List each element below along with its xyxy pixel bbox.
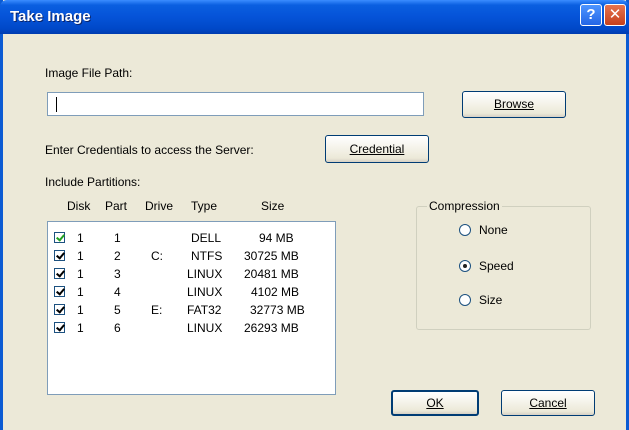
part-cell: 1 [114, 231, 121, 245]
window-title: Take Image [10, 8, 91, 25]
size-cell: 30725 MB [244, 249, 299, 263]
partition-row[interactable]: 1 2 C: NTFS 30725 MB [48, 248, 335, 266]
help-icon[interactable]: ? [580, 4, 602, 26]
compression-group-label: Compression [427, 199, 502, 213]
partition-checkbox[interactable] [54, 232, 65, 243]
type-cell: LINUX [187, 321, 223, 335]
type-cell: FAT32 [187, 303, 222, 317]
partition-checkbox[interactable] [54, 286, 65, 297]
partition-checkbox[interactable] [54, 322, 65, 333]
credentials-prompt: Enter Credentials to access the Server: [45, 143, 254, 157]
compression-option-speed[interactable]: Speed [459, 258, 559, 276]
column-header-disk: Disk [67, 199, 91, 213]
image-file-path-label: Image File Path: [45, 66, 133, 80]
disk-cell: 1 [77, 285, 84, 299]
column-header-size: Size [261, 199, 285, 213]
ok-button[interactable]: OK [391, 390, 479, 416]
radio-speed[interactable] [459, 260, 471, 272]
disk-cell: 1 [77, 231, 84, 245]
partition-checkbox[interactable] [54, 250, 65, 261]
column-header-drive: Drive [145, 199, 174, 213]
partition-row[interactable]: 1 6 LINUX 26293 MB [48, 320, 335, 338]
part-cell: 3 [114, 267, 121, 281]
type-cell: LINUX [187, 267, 223, 281]
compression-option-none[interactable]: None [459, 222, 559, 240]
credential-button[interactable]: Credential [325, 135, 429, 163]
part-cell: 2 [114, 249, 121, 263]
disk-cell: 1 [77, 249, 84, 263]
radio-none-label: None [479, 223, 508, 237]
radio-size-label: Size [479, 293, 503, 307]
radio-size[interactable] [459, 294, 471, 306]
column-header-type: Type [191, 199, 218, 213]
close-icon[interactable]: ✕ [604, 4, 626, 26]
partition-row[interactable]: 1 1 DELL 94 MB [48, 230, 335, 248]
size-cell: 32773 MB [250, 303, 305, 317]
type-cell: DELL [191, 231, 222, 245]
partition-checkbox[interactable] [54, 304, 65, 315]
type-cell: NTFS [191, 249, 223, 263]
part-cell: 5 [114, 303, 121, 317]
size-cell: 4102 MB [251, 285, 300, 299]
cancel-button[interactable]: Cancel [501, 390, 595, 416]
size-cell: 94 MB [259, 231, 294, 245]
size-cell: 20481 MB [244, 267, 299, 281]
column-header-part: Part [105, 199, 128, 213]
cancel-button-label: Cancel [529, 396, 567, 410]
browse-button[interactable]: Browse [462, 91, 566, 118]
take-image-dialog: Take Image ? ✕ Image File Path: Browse E… [0, 0, 629, 430]
disk-cell: 1 [77, 303, 84, 317]
partition-checkbox[interactable] [54, 268, 65, 279]
drive-cell: C: [151, 249, 163, 263]
disk-cell: 1 [77, 321, 84, 335]
type-cell: LINUX [187, 285, 223, 299]
drive-cell: E: [151, 303, 163, 317]
credential-button-label: Credential [349, 142, 405, 156]
title-bar[interactable]: Take Image ? ✕ [0, 0, 629, 34]
compression-option-size[interactable]: Size [459, 292, 559, 310]
radio-speed-label: Speed [479, 259, 514, 273]
partition-row[interactable]: 1 5 E: FAT32 32773 MB [48, 302, 335, 320]
include-partitions-label: Include Partitions: [45, 175, 141, 189]
part-cell: 4 [114, 285, 121, 299]
radio-none[interactable] [459, 224, 471, 236]
partition-row[interactable]: 1 3 LINUX 20481 MB [48, 266, 335, 284]
text-caret [56, 97, 57, 112]
size-cell: 26293 MB [244, 321, 299, 335]
partitions-list[interactable]: 1 1 DELL 94 MB 1 2 C: NTFS 30725 MB 1 3 … [47, 221, 336, 395]
browse-button-label: Browse [493, 97, 534, 111]
ok-button-label: OK [426, 396, 444, 410]
partition-row[interactable]: 1 4 LINUX 4102 MB [48, 284, 335, 302]
disk-cell: 1 [77, 267, 84, 281]
part-cell: 6 [114, 321, 121, 335]
image-file-path-input[interactable] [47, 92, 424, 116]
